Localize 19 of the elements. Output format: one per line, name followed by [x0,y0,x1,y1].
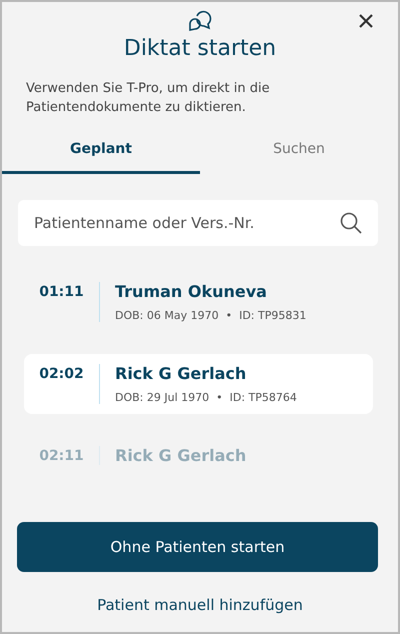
search-field[interactable]: Patientenname oder Vers.-Nr. [18,200,378,246]
description-text: Verwenden Sie T-Pro, um direkt in die Patientendokumente zu diktieren. [26,80,271,117]
tab[interactable]: Geplant [2,141,200,174]
patient-name[interactable]: Rick G Gerlach [115,364,297,383]
appointment-row[interactable]: 02:02 Rick G Gerlach DOB: 29 Jul 1970 • ID: TP58764 [24,354,373,414]
patient-name[interactable]: Truman Okuneva [115,282,306,301]
patient-details: DOB: 29 Jul 1970 • ID: TP58764 [115,391,297,404]
chat-bubbles-icon [188,10,212,32]
appointment-time: 02:11 [38,447,85,465]
patient-details: DOB: 06 May 1970 • ID: TP95831 [115,309,306,322]
add-patient-link[interactable]: Patient manuell hinzufügen [2,596,398,614]
search-icon [340,212,362,234]
appointment-time: 01:11 [38,283,85,302]
appointment-row[interactable]: 01:11 Truman Okuneva DOB: 06 May 1970 • ID: TP95831 [24,276,373,328]
close-icon[interactable] [359,14,373,28]
tab[interactable]: Suchen [200,141,398,174]
appointment-time: 02:02 [38,365,85,384]
dialog-title: Diktat starten [122,36,278,61]
start-without-patient-button[interactable]: Ohne Patienten starten [17,522,378,572]
